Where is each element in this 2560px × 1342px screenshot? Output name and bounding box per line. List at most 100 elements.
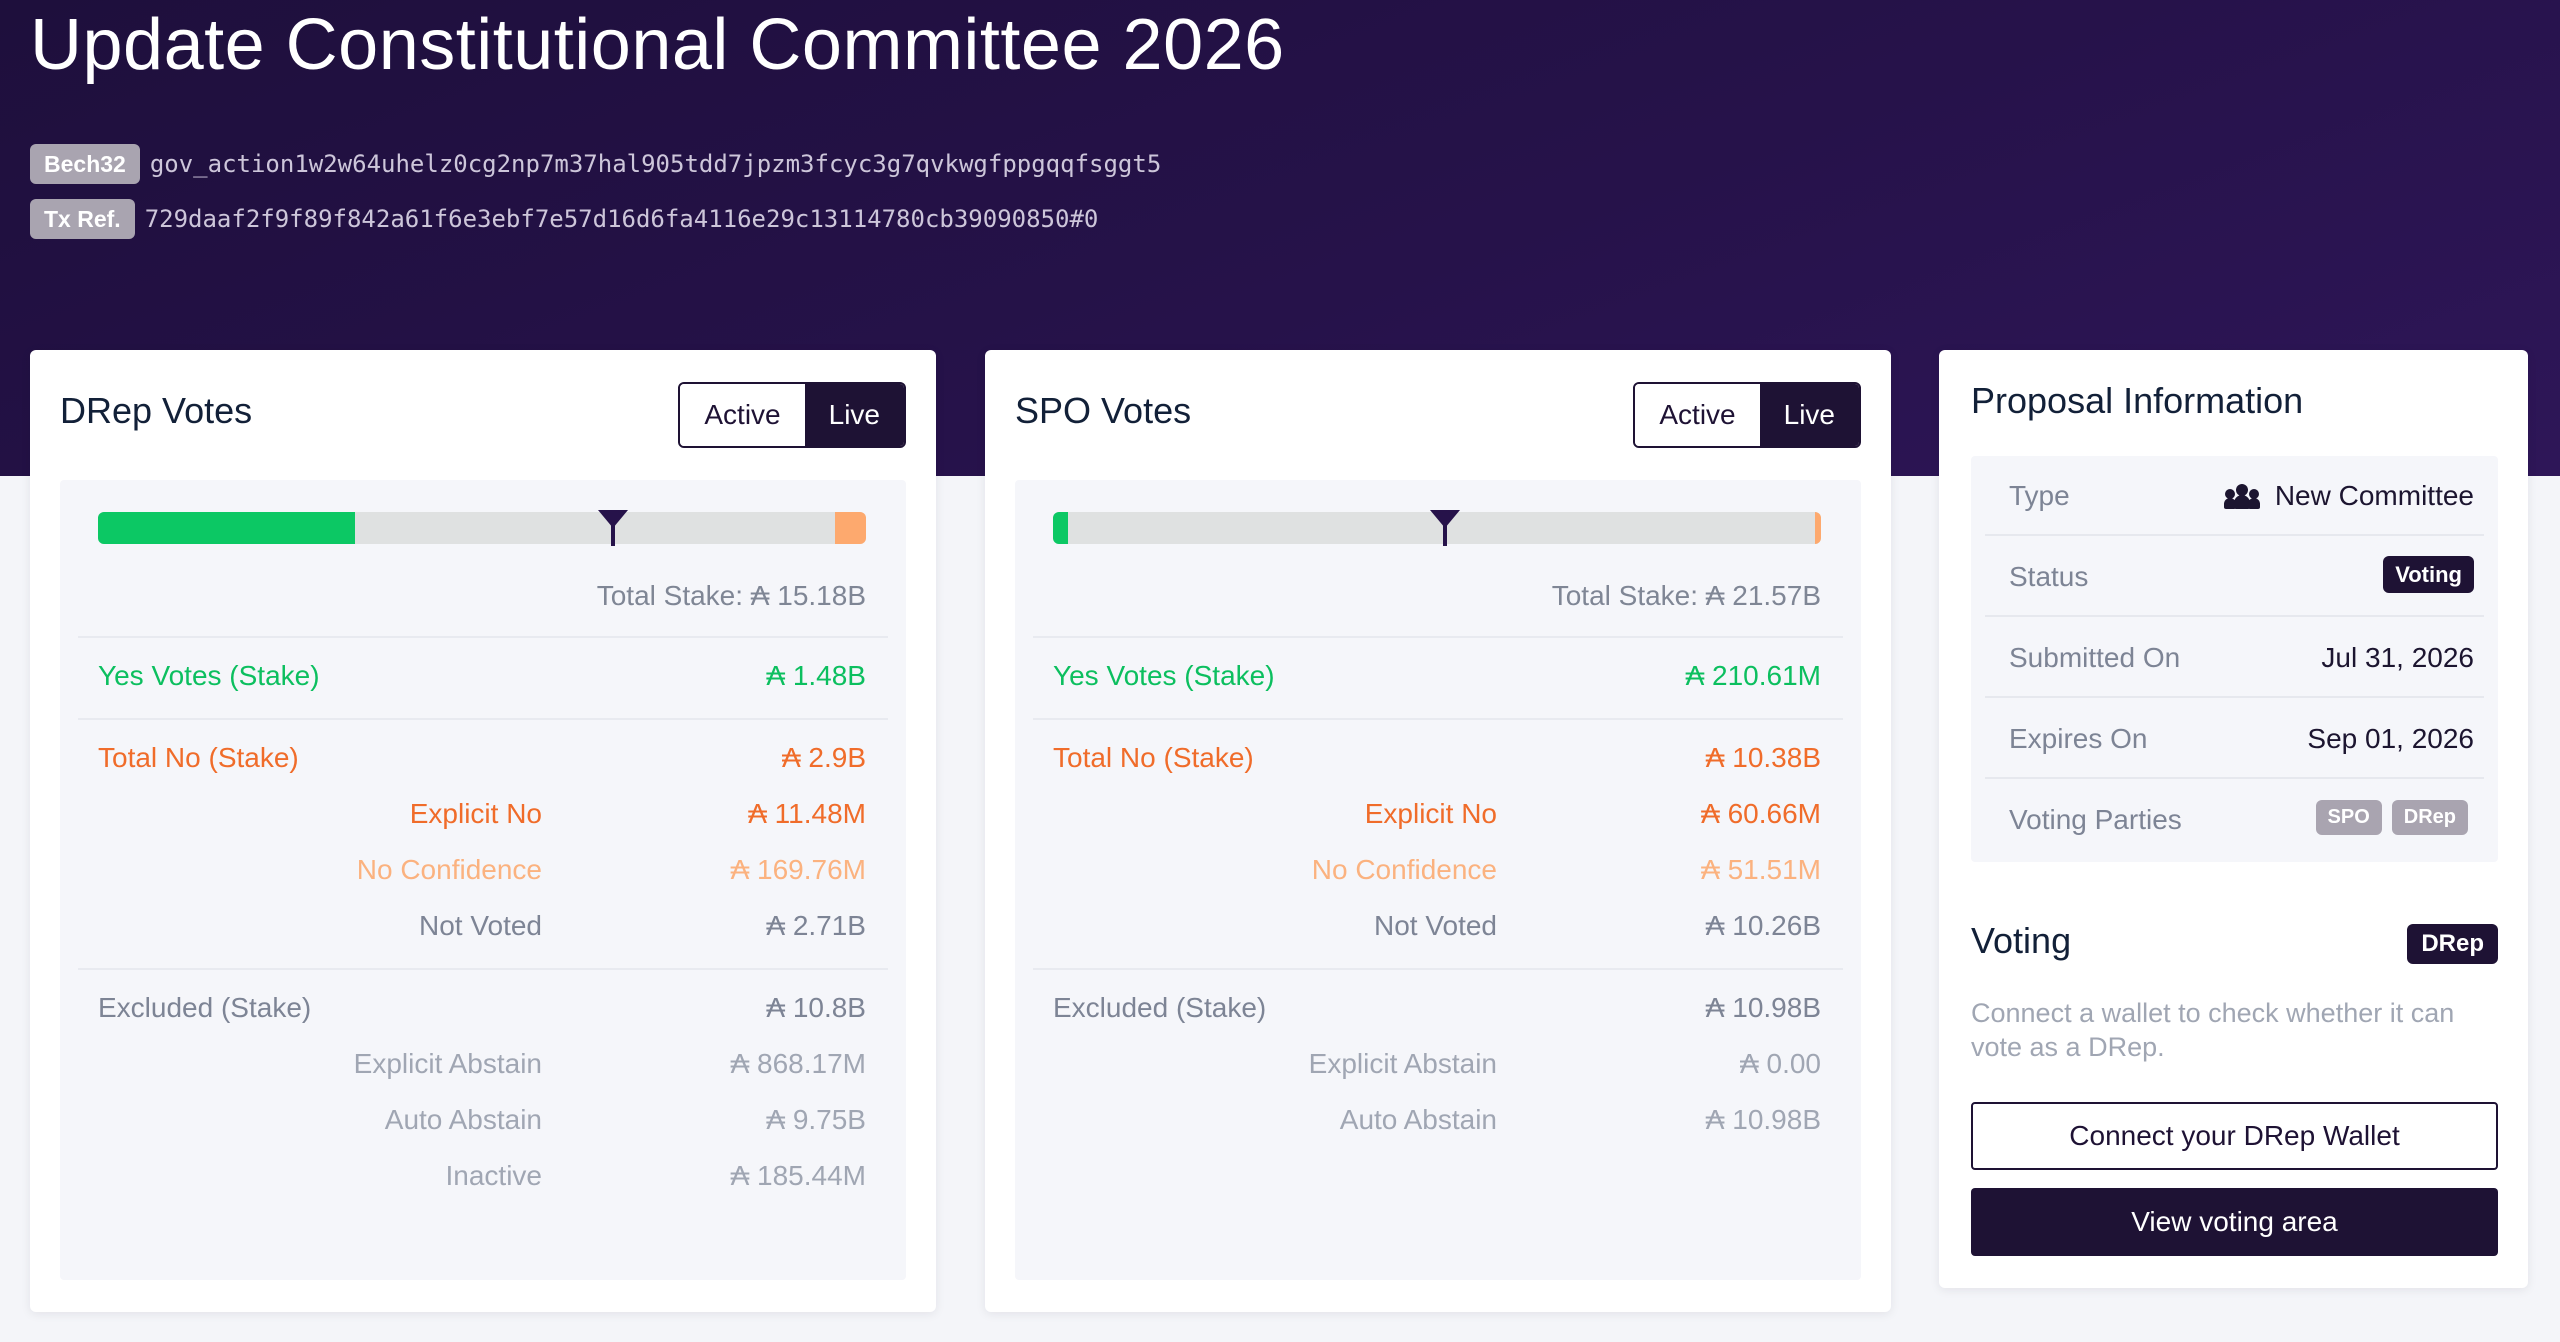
info-row-expires: Expires On Sep 01, 2026 — [1971, 699, 2498, 779]
info-row-submitted: Submitted On Jul 31, 2026 — [1971, 618, 2498, 698]
drep-not-voted-value: ₳ 2.71B — [766, 910, 866, 941]
spo-not-voted-value: ₳ 10.26B — [1705, 910, 1821, 941]
spo-no-label: Total No (Stake) — [1053, 742, 1254, 773]
bech32-value[interactable]: gov_action1w2w64uhelz0cg2np7m37hal905tdd… — [150, 150, 1161, 178]
spo-explicit-no-value: ₳ 60.66M — [1701, 798, 1821, 829]
type-value: New Committee — [2223, 480, 2474, 512]
drep-vote-toggle: Active Live — [678, 382, 906, 448]
divider — [78, 718, 888, 720]
drep-explicit-no-value: ₳ 11.48M — [748, 798, 866, 829]
divider — [1033, 636, 1843, 638]
bech32-row: Bech32 gov_action1w2w64uhelz0cg2np7m37ha… — [30, 144, 1161, 184]
people-icon — [2223, 483, 2260, 509]
drep-no-confidence-label: No Confidence — [356, 854, 542, 885]
txref-badge: Tx Ref. — [30, 199, 135, 239]
divider — [78, 968, 888, 970]
page-title: Update Constitutional Committee 2026 — [30, 5, 1285, 85]
txref-row: Tx Ref. 729daaf2f9f89f842a61f6e3ebf7e57d… — [30, 199, 1098, 239]
spo-bar-no — [1814, 512, 1821, 544]
spo-explicit-no-label: Explicit No — [1364, 798, 1497, 829]
drep-no-label: Total No (Stake) — [98, 742, 299, 773]
drep-toggle-live[interactable]: Live — [804, 384, 904, 446]
spo-toggle-active[interactable]: Active — [1635, 384, 1760, 446]
spo-explicit-abstain-value: ₳ 0.00 — [1740, 1048, 1821, 1079]
voting-description: Connect a wallet to check whether it can… — [1971, 998, 2455, 1062]
drep-no-confidence-value: ₳ 169.76M — [730, 854, 866, 885]
proposal-info-card: Proposal Information Type New Committee … — [1939, 350, 2528, 1288]
spo-vote-toggle: Active Live — [1633, 382, 1861, 448]
drep-total-stake: Total Stake: ₳ 15.18B — [596, 580, 866, 611]
connect-wallet-button[interactable]: Connect your DRep Wallet — [1971, 1102, 2498, 1170]
drep-auto-abstain-label: Auto Abstain — [384, 1104, 542, 1135]
spo-explicit-abstain-label: Explicit Abstain — [1308, 1048, 1497, 1079]
parties-value: SPO DRep — [2315, 800, 2468, 835]
spo-total-stake: Total Stake: ₳ 21.57B — [1551, 580, 1821, 611]
spo-no-confidence-value: ₳ 51.51M — [1701, 854, 1821, 885]
drep-explicit-abstain-label: Explicit Abstain — [353, 1048, 542, 1079]
party-badge-spo: SPO — [2315, 800, 2382, 835]
spo-yes-value: ₳ 210.61M — [1685, 660, 1821, 691]
divider — [78, 636, 888, 638]
voting-title: Voting — [1971, 920, 2072, 961]
drep-excluded-label: Excluded (Stake) — [98, 992, 312, 1023]
drep-no-value: ₳ 2.9B — [781, 742, 866, 773]
spo-toggle-live[interactable]: Live — [1759, 384, 1859, 446]
spo-votes-title: SPO Votes — [1015, 390, 1192, 431]
spo-no-value: ₳ 10.38B — [1705, 742, 1821, 773]
type-label: Type — [2009, 480, 2070, 511]
spo-votes-card: SPO Votes Active Live Total Stake: ₳ 21.… — [985, 350, 1891, 1312]
drep-inactive-value: ₳ 185.44M — [730, 1160, 866, 1191]
spo-auto-abstain-value: ₳ 10.98B — [1705, 1104, 1821, 1135]
drep-not-voted-label: Not Voted — [419, 910, 542, 941]
spo-excluded-label: Excluded (Stake) — [1053, 992, 1267, 1023]
divider — [1033, 968, 1843, 970]
submitted-label: Submitted On — [2009, 642, 2181, 673]
status-badge: Voting — [2383, 556, 2474, 593]
drep-votes-panel: Total Stake: ₳ 15.18B Yes Votes (Stake) … — [60, 480, 906, 1280]
info-row-status: Status Voting — [1971, 537, 2498, 617]
proposal-info-title: Proposal Information — [1971, 380, 2304, 421]
voting-role-badge: DRep — [2407, 924, 2498, 964]
drep-bar-yes — [98, 512, 356, 544]
info-row-parties: Voting Parties SPO DRep — [1971, 780, 2498, 860]
drep-explicit-abstain-value: ₳ 868.17M — [730, 1048, 866, 1079]
divider — [1985, 534, 2484, 536]
drep-toggle-active[interactable]: Active — [680, 384, 805, 446]
drep-bar-no — [835, 512, 866, 544]
drep-excluded-value: ₳ 10.8B — [766, 992, 866, 1023]
submitted-value: Jul 31, 2026 — [2321, 642, 2474, 673]
divider — [1033, 718, 1843, 720]
spo-no-confidence-label: No Confidence — [1311, 854, 1497, 885]
spo-threshold-stem — [1442, 524, 1447, 546]
drep-inactive-label: Inactive — [445, 1160, 543, 1191]
spo-bar-yes — [1053, 512, 1069, 544]
drep-explicit-no-label: Explicit No — [409, 798, 542, 829]
spo-votes-panel: Total Stake: ₳ 21.57B Yes Votes (Stake) … — [1015, 480, 1861, 1280]
expires-label: Expires On — [2009, 723, 2148, 754]
bech32-badge: Bech32 — [30, 144, 140, 184]
drep-votes-card: DRep Votes Active Live Total Stake: ₳ 15… — [30, 350, 936, 1312]
drep-votes-title: DRep Votes — [60, 390, 253, 431]
type-value-text: New Committee — [2274, 480, 2474, 511]
parties-label: Voting Parties — [2009, 804, 2182, 835]
spo-not-voted-label: Not Voted — [1374, 910, 1497, 941]
divider — [1985, 777, 2484, 779]
drep-yes-value: ₳ 1.48B — [766, 660, 866, 691]
expires-value: Sep 01, 2026 — [2307, 723, 2474, 754]
drep-threshold-stem — [610, 524, 615, 546]
spo-auto-abstain-label: Auto Abstain — [1339, 1104, 1497, 1135]
info-row-type: Type New Committee — [1971, 456, 2498, 536]
divider — [1985, 615, 2484, 617]
proposal-info-table: Type New Committee Status Voting Submitt… — [1971, 456, 2498, 862]
divider — [1985, 696, 2484, 698]
drep-yes-label: Yes Votes (Stake) — [98, 660, 320, 691]
txref-value[interactable]: 729daaf2f9f89f842a61f6e3ebf7e57d16d6fa41… — [145, 205, 1099, 233]
spo-excluded-value: ₳ 10.98B — [1705, 992, 1821, 1023]
spo-yes-label: Yes Votes (Stake) — [1053, 660, 1275, 691]
party-badge-drep: DRep — [2391, 800, 2468, 835]
status-value: Voting — [2383, 556, 2474, 593]
view-voting-area-button[interactable]: View voting area — [1971, 1188, 2498, 1256]
drep-auto-abstain-value: ₳ 9.75B — [766, 1104, 866, 1135]
drep-stake-bar — [98, 512, 866, 544]
status-label: Status — [2009, 561, 2089, 592]
